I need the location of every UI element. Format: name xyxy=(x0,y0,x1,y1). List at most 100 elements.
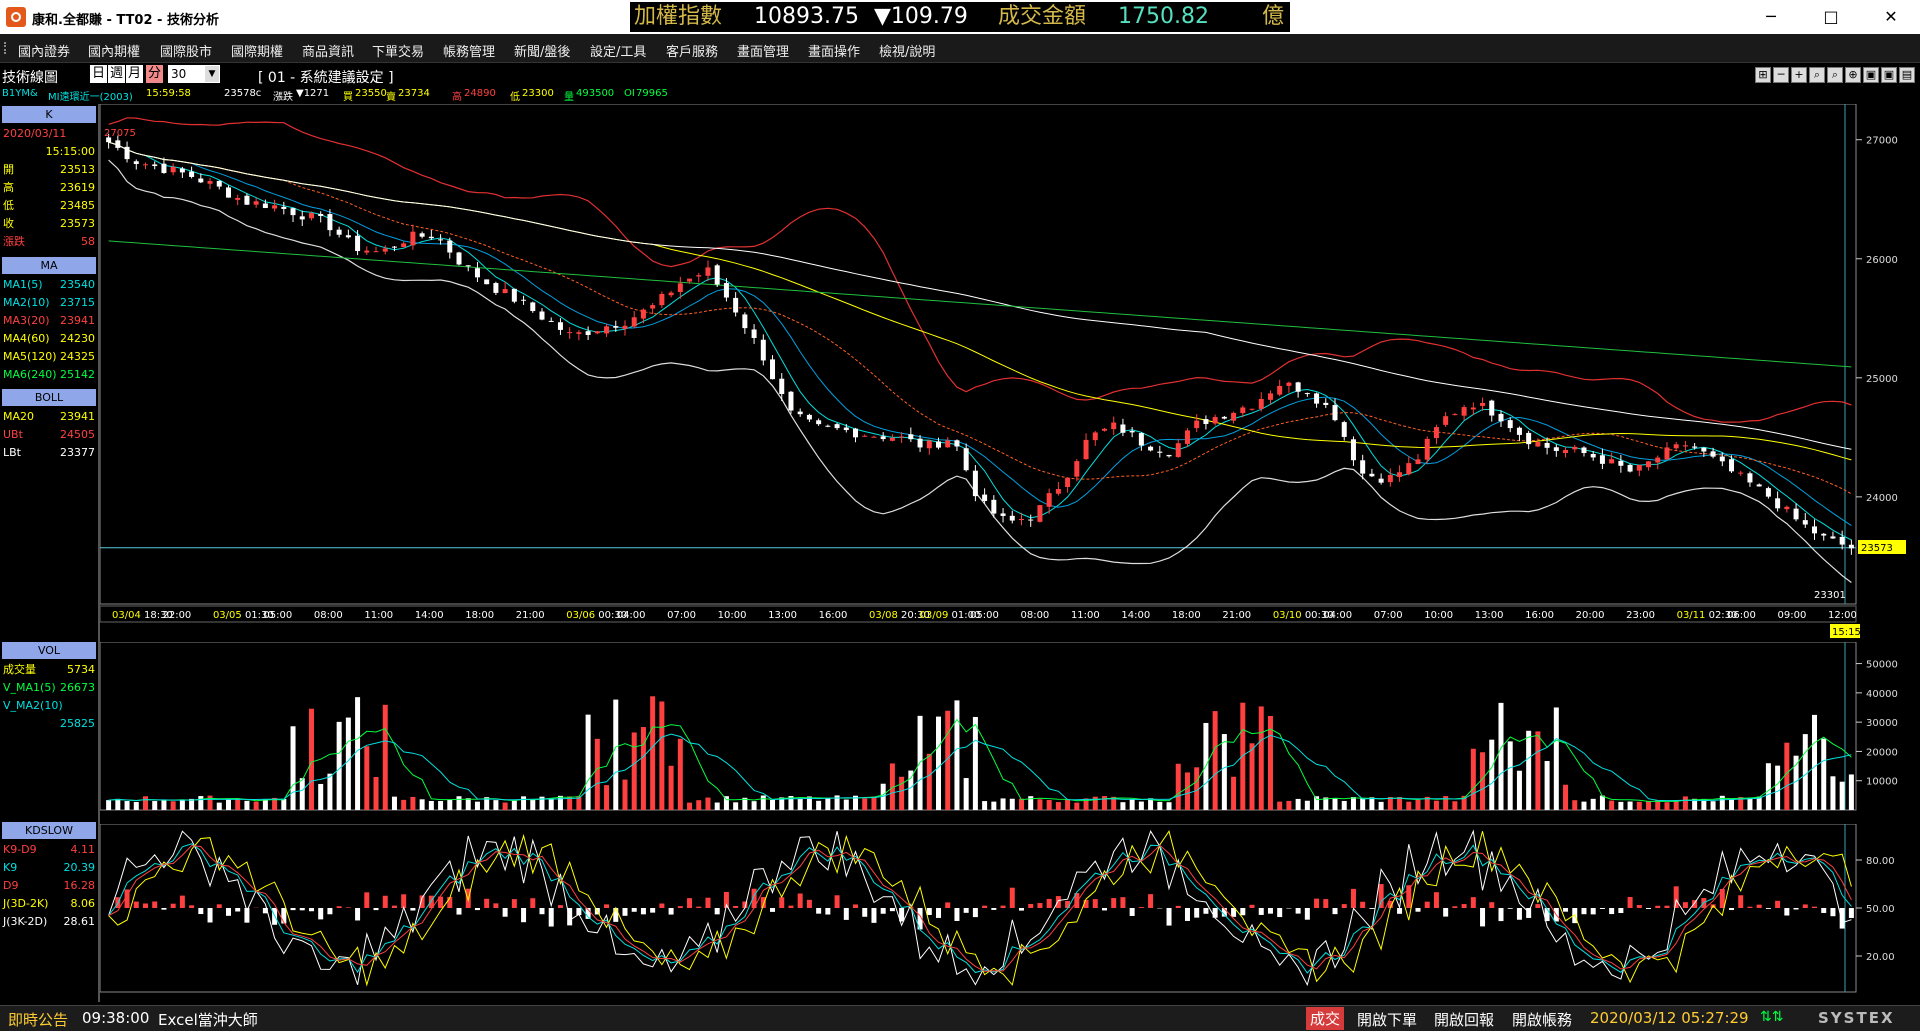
candle-body xyxy=(346,235,351,237)
close-button[interactable]: ✕ xyxy=(1868,4,1914,30)
kd-hist-bar xyxy=(669,908,674,915)
menu-settings-tools[interactable]: 設定/工具 xyxy=(590,41,646,60)
menu-product-info[interactable]: 商品資訊 xyxy=(302,41,354,60)
candle-body xyxy=(576,332,581,334)
period-month-button[interactable]: 月 xyxy=(126,65,143,83)
kd-chart[interactable]: 80.0050.0020.00 xyxy=(100,824,1920,1002)
time-hour-label: 13:00 xyxy=(768,610,797,621)
period-minute-button[interactable]: 分 xyxy=(146,65,163,83)
candle-body xyxy=(825,426,830,427)
menu-screen-manage[interactable]: 畫面管理 xyxy=(737,41,789,60)
kd-hist-bar xyxy=(1692,900,1697,908)
volume-bar xyxy=(143,796,148,810)
menu-customer-service[interactable]: 客戶服務 xyxy=(666,41,718,60)
menu-domestic-securities[interactable]: 國內證券 xyxy=(18,41,70,60)
volume-bar xyxy=(1821,739,1826,810)
candle-body xyxy=(1056,489,1061,494)
candle-body xyxy=(1102,429,1107,431)
volume-bar xyxy=(862,798,867,810)
candle-body xyxy=(327,214,332,230)
candle-body xyxy=(493,283,498,293)
candle-body xyxy=(1554,447,1559,451)
print-icon[interactable]: ▣ xyxy=(1881,67,1897,83)
menu-account[interactable]: 帳務管理 xyxy=(443,41,495,60)
volume-bar xyxy=(1498,703,1503,810)
zoom-out-icon[interactable]: ⌕ xyxy=(1827,67,1843,83)
crosshair-icon[interactable]: ⊕ xyxy=(1845,67,1861,83)
open-report-button[interactable]: 開啟回報 xyxy=(1434,1009,1494,1030)
kd-hist-bar xyxy=(1406,885,1411,908)
kd-hist-bar xyxy=(678,906,683,908)
volume-bar xyxy=(705,798,710,810)
open-order-button[interactable]: 開啟下單 xyxy=(1357,1009,1417,1030)
volume-bar xyxy=(1416,800,1421,810)
kd-hist-bar xyxy=(457,908,462,915)
kd-hist-bar xyxy=(613,908,618,922)
volume-bar xyxy=(374,777,379,810)
volume-bar xyxy=(171,801,176,810)
volume-bar xyxy=(595,739,600,810)
layout-icon[interactable]: ▤ xyxy=(1899,67,1915,83)
menu-news[interactable]: 新聞/盤後 xyxy=(514,41,570,60)
candle-body xyxy=(198,179,203,183)
menu-intl-stocks[interactable]: 國際股市 xyxy=(160,41,212,60)
kd-section-header[interactable]: KDSLOW xyxy=(2,822,96,839)
ma-section-header[interactable]: MA xyxy=(2,257,96,274)
candle-body xyxy=(512,289,517,302)
menu-domestic-futures[interactable]: 國內期權 xyxy=(88,41,140,60)
zoom-in-icon[interactable]: ⌕ xyxy=(1809,67,1825,83)
maximize-button[interactable]: □ xyxy=(1808,4,1854,30)
menu-order-trade[interactable]: 下單交易 xyxy=(372,41,424,60)
open-account-button[interactable]: 開啟帳務 xyxy=(1512,1009,1572,1030)
notice-message[interactable]: Excel當沖大師 xyxy=(158,1009,258,1030)
menu-view-help[interactable]: 檢視/說明 xyxy=(879,41,935,60)
volume-bar xyxy=(964,778,969,810)
candle-body xyxy=(1830,536,1835,538)
preset-setting[interactable]: [ 01 - 系統建議設定 ] xyxy=(258,67,394,87)
period-week-button[interactable]: 週 xyxy=(108,65,125,83)
vol-label: 量 xyxy=(564,88,574,103)
volume-chart[interactable]: 5000040000300002000010000 xyxy=(100,642,1920,822)
minus-icon[interactable]: ─ xyxy=(1773,67,1789,83)
period-select[interactable]: 30 ▼ xyxy=(168,65,220,83)
candle-body xyxy=(309,213,314,218)
time-hour-label: 08:00 xyxy=(1020,610,1049,621)
candle-body xyxy=(1646,461,1651,467)
kd-hist-bar xyxy=(1194,908,1199,918)
period-day-button[interactable]: 日 xyxy=(90,65,107,83)
vol-section-header[interactable]: VOL xyxy=(2,642,96,659)
d9-row: D916.28 xyxy=(3,877,95,895)
minimize-button[interactable]: ─ xyxy=(1748,4,1794,30)
plus-icon[interactable]: + xyxy=(1791,67,1807,83)
volume-bar xyxy=(1535,731,1540,810)
candle-body xyxy=(457,252,462,264)
volume-bar xyxy=(198,796,203,810)
kd-hist-bar xyxy=(1296,908,1301,914)
volume-bar xyxy=(1830,776,1835,810)
grid-icon[interactable]: ⊞ xyxy=(1755,67,1771,83)
notice-label[interactable]: 即時公告 xyxy=(8,1009,68,1030)
menu-screen-operate[interactable]: 畫面操作 xyxy=(808,41,860,60)
quote-info-row: B1YM& MI遠環近一(2003) 15:59:58 23578c 漲跌 ▼1… xyxy=(0,86,1920,102)
boll-section-header[interactable]: BOLL xyxy=(2,389,96,406)
vol-value: 493500 xyxy=(576,88,614,99)
kd-hist-bar xyxy=(383,896,388,908)
candle-body xyxy=(1259,399,1264,409)
price-chart[interactable]: 2700026000250002400003/0418:3022:0003/05… xyxy=(100,104,1920,640)
volume-bar xyxy=(1351,797,1356,810)
time-hour-label: 04:00 xyxy=(617,610,646,621)
candle-body xyxy=(364,251,369,253)
save-icon[interactable]: ▣ xyxy=(1863,67,1879,83)
kd-hist-bar xyxy=(134,902,139,908)
k-section-header[interactable]: K xyxy=(2,106,96,123)
deal-badge[interactable]: 成交 xyxy=(1306,1007,1344,1030)
kd-hist-bar xyxy=(1646,908,1651,909)
volume-bar xyxy=(1369,797,1374,810)
menu-intl-futures[interactable]: 國際期權 xyxy=(231,41,283,60)
candle-body xyxy=(1609,459,1614,463)
kd-hist-bar xyxy=(1637,905,1642,908)
kd-hist-bar xyxy=(1794,908,1799,910)
candle-body xyxy=(1535,442,1540,446)
volume-bar xyxy=(309,709,314,810)
volume-bar xyxy=(475,802,480,810)
